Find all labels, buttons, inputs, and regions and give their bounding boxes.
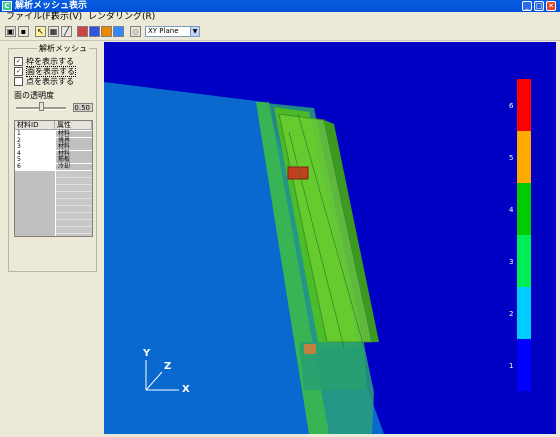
cell-attr[interactable]: 冷却 <box>56 163 92 170</box>
3d-viewport[interactable]: Y X Z 6 5 4 3 2 1 <box>104 42 556 434</box>
legend-swatch <box>517 183 531 235</box>
axis-y-label: Y <box>142 348 151 359</box>
minimize-button[interactable]: _ <box>522 1 532 11</box>
legend-label: 1 <box>509 362 513 370</box>
cell-id[interactable]: 5 <box>15 157 55 163</box>
toolbar: ▣ ▪ ↖ ▦ ╱ ◎ XY Plane ▼ <box>0 23 560 41</box>
color-icon[interactable] <box>77 26 88 37</box>
mesh-render: Y X Z 6 5 4 3 2 1 <box>104 79 531 434</box>
chevron-down-icon[interactable]: ▼ <box>190 27 199 36</box>
legend-swatch <box>517 339 531 391</box>
col-header-attr: 属性 <box>55 121 92 130</box>
show-frame-checkbox[interactable]: ✓ 枠を表示する <box>14 57 76 66</box>
show-point-checkbox[interactable]: 点を表示する <box>14 77 76 86</box>
corner-marker <box>304 344 316 354</box>
legend-swatch <box>517 79 531 131</box>
table-empty-area <box>15 171 55 236</box>
legend-label: 2 <box>509 310 513 318</box>
legend-swatch <box>517 131 531 183</box>
legend-swatch <box>517 235 531 287</box>
transparency-value: 0.50 <box>73 103 93 112</box>
plane-select[interactable]: XY Plane ▼ <box>145 26 200 37</box>
menu-bar: ファイル(F) 表示(V) レンダリング(R) <box>0 12 560 23</box>
frame-icon[interactable]: ▦ <box>48 26 59 37</box>
show-face-checkbox[interactable]: ✓ 面を表示する <box>14 66 76 77</box>
menu-render[interactable]: レンダリング(R) <box>88 12 155 23</box>
col-header-id: 材料ID <box>15 121 55 130</box>
cell-id[interactable]: 2 <box>15 137 55 144</box>
menu-file[interactable]: ファイル(F) <box>6 12 54 23</box>
check-icon: ✓ <box>14 67 23 76</box>
axis-z-label: Z <box>164 361 171 372</box>
cell-id[interactable]: 1 <box>15 131 55 137</box>
close-button[interactable]: ✕ <box>546 1 556 11</box>
app-icon: C <box>2 1 12 11</box>
menu-view[interactable]: 表示(V) <box>51 12 82 23</box>
open-icon[interactable]: ▣ <box>5 26 16 37</box>
legend-label: 4 <box>509 206 514 214</box>
group-title: 解析メッシュ <box>37 44 89 53</box>
cell-id[interactable]: 4 <box>15 150 55 157</box>
render-icon[interactable] <box>101 26 112 37</box>
shade-icon[interactable] <box>113 26 124 37</box>
transparency-slider-thumb[interactable] <box>39 102 44 111</box>
axis-x-label: X <box>182 384 190 395</box>
legend-swatch <box>517 287 531 339</box>
edit-icon[interactable]: ╱ <box>61 26 72 37</box>
check-icon <box>14 77 23 86</box>
cell-id[interactable]: 3 <box>15 144 55 150</box>
legend-label: 6 <box>509 102 514 110</box>
mesh-icon[interactable] <box>89 26 100 37</box>
reset-icon[interactable]: ◎ <box>130 26 141 37</box>
save-icon[interactable]: ▪ <box>18 26 29 37</box>
select-icon[interactable]: ↖ <box>35 26 46 37</box>
window-title: 解析メッシュ表示 <box>15 1 88 11</box>
maximize-button[interactable]: □ <box>534 1 544 11</box>
material-table: 材料ID 属性 1 材料 2 境界 3 材料 4 材料 5 筋板 6 冷却 <box>14 120 93 237</box>
legend-label: 3 <box>509 258 513 266</box>
hotspot-marker <box>287 166 309 180</box>
table-empty-area <box>56 171 92 236</box>
color-legend: 6 5 4 3 2 1 <box>509 79 531 391</box>
legend-label: 5 <box>509 154 513 162</box>
title-bar: C 解析メッシュ表示 _ □ ✕ <box>0 0 560 12</box>
left-panel: 解析メッシュ ✓ 枠を表示する ✓ 面を表示する 点を表示する 面の透明度 0.50… <box>0 41 103 437</box>
mesh-group: 解析メッシュ ✓ 枠を表示する ✓ 面を表示する 点を表示する 面の透明度 0.50… <box>8 44 97 272</box>
cell-id[interactable]: 6 <box>15 163 55 170</box>
transparency-label: 面の透明度 <box>14 91 54 100</box>
check-icon: ✓ <box>14 57 23 66</box>
